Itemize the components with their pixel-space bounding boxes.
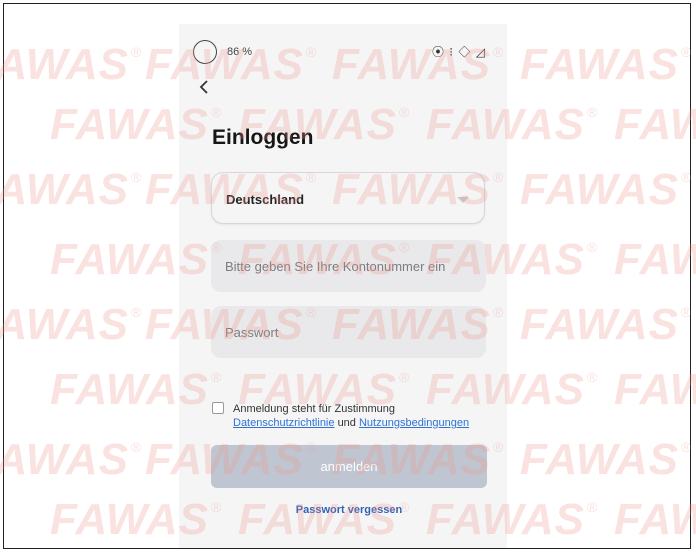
- terms-link[interactable]: Nutzungsbedingungen: [359, 417, 469, 429]
- consent-text: Anmeldung steht für Zustimmung Datenschu…: [233, 402, 469, 430]
- country-select[interactable]: Deutschland: [211, 172, 485, 224]
- login-button[interactable]: anmelden: [211, 445, 487, 488]
- back-arrow-icon[interactable]: [196, 76, 214, 98]
- account-number-input[interactable]: Bitte geben Sie Ihre Kontonummer ein: [211, 240, 486, 292]
- country-value: Deutschland: [226, 192, 305, 207]
- password-placeholder: Passwort: [225, 324, 279, 340]
- consent-checkbox[interactable]: [212, 402, 224, 414]
- privacy-policy-link[interactable]: Datenschutzrichtlinie: [233, 417, 335, 429]
- dropdown-caret-icon: [457, 197, 469, 203]
- forgot-password-link[interactable]: Passwort vergessen: [211, 504, 487, 516]
- account-placeholder: Bitte geben Sie Ihre Kontonummer ein: [225, 258, 446, 274]
- battery-icon: [193, 40, 217, 64]
- status-icons: ⦿ ⁝ ◇ ◿: [431, 45, 486, 59]
- status-bar: 86 % ⦿ ⁝ ◇ ◿: [193, 40, 486, 66]
- password-input[interactable]: Passwort: [211, 306, 486, 358]
- consent-line: Anmeldung steht für Zustimmung: [233, 403, 396, 415]
- consent-and-text: und: [337, 417, 356, 429]
- battery-level: 86 %: [227, 46, 253, 58]
- page-title: Einloggen: [212, 126, 314, 149]
